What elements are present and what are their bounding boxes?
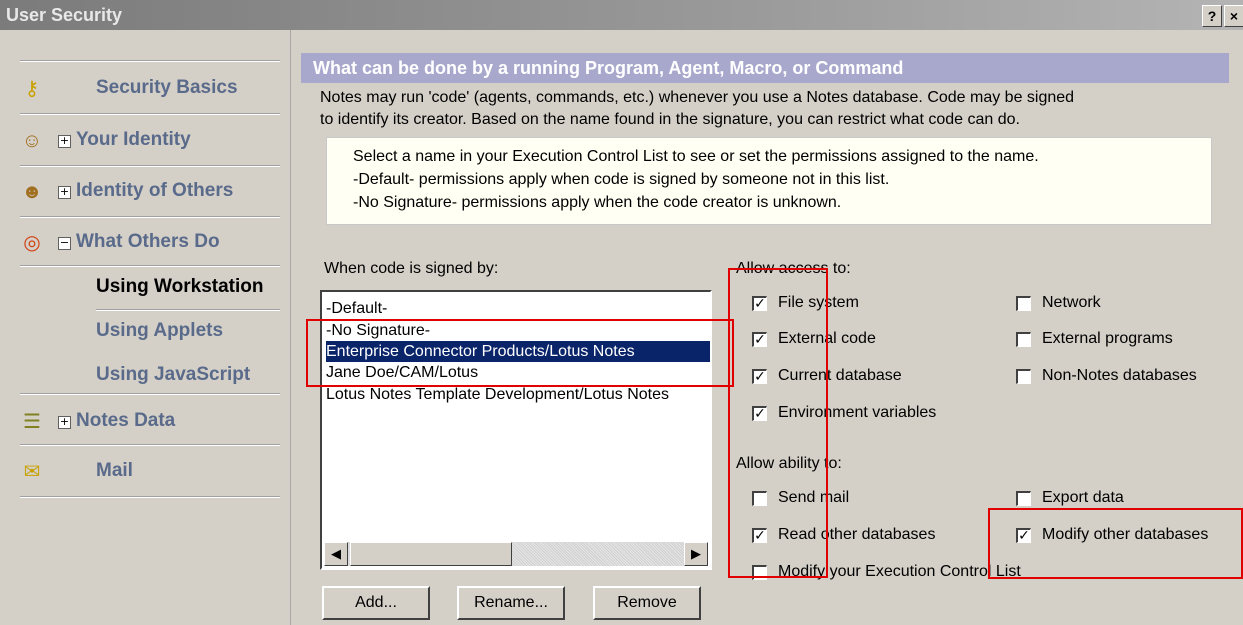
checkbox-label: Environment variables [778,404,937,421]
sidebar-item-label: Notes Data [76,410,176,431]
ability-label: Allow ability to: [736,455,842,472]
sidebar-item-using-javascript[interactable]: Using JavaScript [96,364,250,386]
info-line: -No Signature- permissions apply when th… [353,194,842,211]
section-header: What can be done by a running Program, A… [301,53,1229,83]
sidebar: ⚷ Security Basics ☺ + Your Identity ☻ + … [0,30,291,625]
sidebar-divider [20,265,280,267]
description-line: Notes may run 'code' (agents, commands, … [320,89,1075,106]
sidebar-item-label: Mail [96,460,133,481]
checkbox-box[interactable] [752,491,767,506]
sidebar-item-what-others-do[interactable]: ◎ − What Others Do [0,217,290,267]
checkbox-label: External code [778,330,876,347]
sidebar-item-label: What Others Do [76,231,220,252]
expand-icon[interactable]: + [58,186,71,199]
checkbox-label: Read other databases [778,526,936,543]
checkbox-box[interactable] [1016,332,1031,347]
list-item[interactable]: Jane Doe/CAM/Lotus [326,362,710,383]
database-icon: ☰ [23,411,41,433]
sidebar-item-using-workstation[interactable]: Using Workstation [96,276,264,298]
sidebar-item-label: Your Identity [76,129,191,150]
collapse-icon[interactable]: − [58,237,71,250]
access-label: Allow access to: [736,260,851,277]
scroll-right-icon[interactable]: ▶ [684,542,708,566]
checkbox-label: Modify other databases [1042,526,1209,543]
info-line: Select a name in your Execution Control … [353,148,1039,165]
checkbox-box[interactable]: ✓ [1016,528,1031,543]
checkbox-label: External programs [1042,330,1173,347]
list-item-selected[interactable]: Enterprise Connector Products/Lotus Note… [326,341,710,362]
description-line: to identify its creator. Based on the na… [320,111,1020,128]
sidebar-item-using-applets[interactable]: Using Applets [96,320,223,342]
checkbox-label: Non-Notes databases [1042,367,1197,384]
checkbox-box[interactable]: ✓ [752,406,767,421]
expand-icon[interactable]: + [58,135,71,148]
help-button[interactable]: ? [1202,5,1222,27]
checkbox-box[interactable]: ✓ [752,369,767,384]
checkbox-box[interactable]: ✓ [752,296,767,311]
info-box: Select a name in your Execution Control … [326,137,1212,225]
list-item[interactable]: -No Signature- [326,320,710,341]
rename-button[interactable]: Rename... [457,586,565,620]
checkbox-box[interactable]: ✓ [752,528,767,543]
sidebar-divider [96,309,280,311]
checkbox-label: File system [778,294,859,311]
add-button[interactable]: Add... [322,586,430,620]
sidebar-divider [20,496,280,498]
signers-label: When code is signed by: [324,260,499,277]
checkbox-label: Network [1042,294,1101,311]
checkbox-label: Modify your Execution Control List [778,563,1021,580]
sidebar-divider [20,60,280,62]
key-icon: ⚷ [24,78,40,100]
checkbox-label: Export data [1042,489,1124,506]
signers-listbox[interactable]: -Default- -No Signature- Enterprise Conn… [320,290,712,570]
people-icon: ☻ [21,181,43,203]
checkbox-box[interactable] [1016,369,1031,384]
info-line: -Default- permissions apply when code is… [353,171,890,188]
scroll-left-icon[interactable]: ◀ [324,542,348,566]
list-item[interactable]: Lotus Notes Template Development/Lotus N… [326,384,710,405]
checkbox-box[interactable] [752,565,767,580]
expand-icon[interactable]: + [58,416,71,429]
sidebar-item-identity-of-others[interactable]: ☻ + Identity of Others [0,166,290,216]
checkbox-box[interactable] [1016,491,1031,506]
horizontal-scrollbar[interactable]: ◀ ▶ [324,542,708,566]
checkbox-label: Current database [778,367,902,384]
sidebar-item-label: Security Basics [96,77,238,98]
window-title: User Security [6,5,123,25]
sidebar-divider [20,393,280,395]
close-button[interactable]: × [1224,5,1243,27]
checkbox-box[interactable] [1016,296,1031,311]
remove-button[interactable]: Remove [593,586,701,620]
sidebar-item-notes-data[interactable]: ☰ + Notes Data [0,396,290,446]
scroll-thumb[interactable] [350,542,512,566]
checkbox-box[interactable]: ✓ [752,332,767,347]
list-item[interactable]: -Default- [326,298,710,319]
sidebar-item-label: Identity of Others [76,180,234,201]
mail-icon: ✉ [23,461,41,483]
sidebar-item-security-basics[interactable]: ⚷ Security Basics [0,63,290,113]
lifebuoy-icon: ◎ [23,232,41,254]
title-bar: User Security ? × [0,0,1243,30]
sidebar-item-mail[interactable]: ✉ Mail [0,446,290,496]
person-icon: ☺ [21,130,43,152]
sidebar-item-your-identity[interactable]: ☺ + Your Identity [0,115,290,165]
checkbox-label: Send mail [778,489,850,506]
